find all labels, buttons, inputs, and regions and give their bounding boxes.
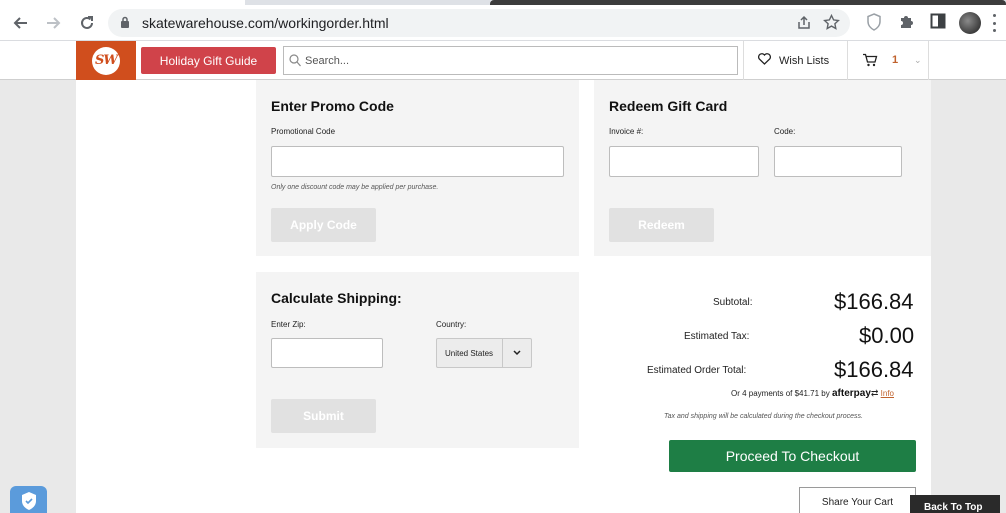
shield-check-icon[interactable] — [10, 486, 47, 513]
search-box — [283, 46, 738, 75]
wish-lists-link[interactable]: Wish Lists — [743, 41, 847, 80]
afterpay-info-link[interactable]: Info — [881, 389, 894, 398]
chevron-down-icon — [502, 339, 531, 367]
share-icon[interactable] — [796, 15, 812, 36]
chevron-down-icon[interactable]: ⌄ — [914, 55, 922, 66]
afterpay-arrows-icon: ⇄ — [870, 388, 879, 398]
tax-label: Estimated Tax: — [684, 331, 750, 342]
tax-value: $0.00 — [859, 323, 915, 348]
back-arrow-icon[interactable] — [10, 12, 32, 34]
shipping-submit-button[interactable]: Submit — [271, 399, 376, 433]
promo-code-panel: Enter Promo Code Promotional Code Only o… — [256, 80, 579, 256]
promo-code-input[interactable] — [271, 146, 564, 177]
side-panel-icon[interactable] — [930, 13, 946, 34]
browser-toolbar: skatewarehouse.com/workingorder.html — [0, 5, 1006, 41]
url-text[interactable]: skatewarehouse.com/workingorder.html — [142, 15, 389, 31]
tax-note: Tax and shipping will be calculated duri… — [664, 413, 863, 420]
back-to-top-button[interactable]: Back To Top — [910, 495, 1000, 513]
subtotal-value: $166.84 — [834, 289, 914, 314]
holiday-gift-guide-button[interactable]: Holiday Gift Guide — [141, 47, 276, 74]
logo-mark: SW — [92, 46, 120, 75]
search-input[interactable] — [305, 52, 725, 70]
cart-page: Enter Promo Code Promotional Code Only o… — [76, 80, 931, 513]
apply-code-button[interactable]: Apply Code — [271, 208, 376, 242]
country-select[interactable]: United States — [436, 338, 532, 368]
heart-icon — [758, 53, 771, 68]
invoice-input[interactable] — [609, 146, 759, 177]
promo-code-label: Promotional Code — [271, 127, 336, 136]
country-value: United States — [445, 349, 494, 358]
gift-code-input[interactable] — [774, 146, 902, 177]
afterpay-logo: afterpay — [831, 388, 871, 399]
cart-button[interactable]: 1 ⌄ — [847, 41, 929, 80]
wish-lists-label: Wish Lists — [779, 54, 830, 67]
promo-title: Enter Promo Code — [271, 98, 394, 114]
lock-icon[interactable] — [120, 16, 130, 34]
browser-menu-icon[interactable] — [992, 14, 996, 32]
invoice-label: Invoice #: — [609, 127, 644, 136]
afterpay-line: Or 4 payments of $41.71 by afterpay⇄ Inf… — [731, 388, 894, 399]
country-label: Country: — [436, 320, 467, 329]
puzzle-extensions-icon[interactable] — [898, 13, 915, 35]
zip-input[interactable] — [271, 338, 383, 368]
shipping-title: Calculate Shipping: — [271, 290, 402, 306]
order-total-label: Estimated Order Total: — [647, 365, 747, 376]
shipping-panel: Calculate Shipping: Enter Zip: Country: … — [256, 272, 579, 448]
subtotal-label: Subtotal: — [713, 297, 753, 308]
order-total-value: $166.84 — [834, 357, 914, 382]
cart-count: 1 — [892, 54, 899, 66]
profile-avatar[interactable] — [959, 12, 981, 34]
proceed-to-checkout-button[interactable]: Proceed To Checkout — [669, 440, 916, 472]
gift-code-label: Code: — [774, 127, 796, 136]
promo-note: Only one discount code may be applied pe… — [271, 184, 439, 191]
shield-extension-icon[interactable] — [866, 13, 882, 36]
redeem-button[interactable]: Redeem — [609, 208, 714, 242]
zip-label: Enter Zip: — [271, 320, 306, 329]
shopping-cart-icon — [862, 53, 878, 72]
afterpay-text: Or 4 payments of $41.71 by — [731, 389, 830, 398]
gift-card-title: Redeem Gift Card — [609, 98, 728, 114]
bookmark-star-icon[interactable] — [823, 13, 840, 36]
site-header: SW Holiday Gift Guide Wish Lists 1 ⌄ — [0, 41, 1006, 80]
gift-card-panel: Redeem Gift Card Invoice #: Code: Redeem — [594, 80, 931, 256]
reload-icon[interactable] — [76, 12, 98, 34]
search-icon — [289, 54, 301, 72]
site-logo[interactable]: SW — [76, 41, 136, 80]
share-cart-button[interactable]: Share Your Cart — [799, 487, 916, 513]
forward-arrow-icon[interactable] — [42, 12, 64, 34]
address-bar[interactable]: skatewarehouse.com/workingorder.html — [108, 9, 850, 37]
